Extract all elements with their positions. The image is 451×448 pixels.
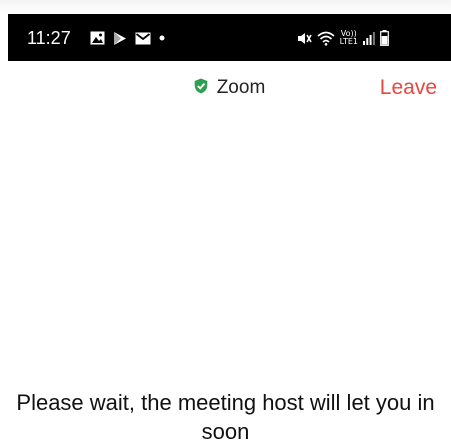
signal-icon [363, 31, 375, 45]
mute-icon [297, 31, 312, 46]
notification-icons [90, 28, 165, 48]
gallery-icon [90, 31, 105, 45]
mail-icon [135, 32, 151, 45]
volte-icon: Vo)) LTE1 [340, 30, 358, 46]
meeting-header: Zoom Leave [8, 61, 451, 116]
phone-screen: 11:27 Vo)) LTE1 Zoom Leave Please wait, … [0, 0, 451, 448]
shield-check-icon [194, 78, 208, 99]
status-bar: 11:27 Vo)) LTE1 [8, 14, 451, 61]
status-time: 11:27 [27, 28, 71, 48]
top-edge [0, 0, 451, 14]
leave-button[interactable]: Leave [380, 76, 437, 100]
app-title: Zoom [216, 77, 266, 98]
dot-icon [159, 35, 165, 41]
wifi-icon [317, 31, 335, 46]
waiting-room-message: Please wait, the meeting host will let y… [16, 390, 435, 444]
play-store-icon [113, 31, 127, 46]
system-icons: Vo)) LTE1 [297, 27, 389, 49]
lte-label: LTE1 [339, 37, 358, 46]
battery-icon [380, 30, 389, 46]
